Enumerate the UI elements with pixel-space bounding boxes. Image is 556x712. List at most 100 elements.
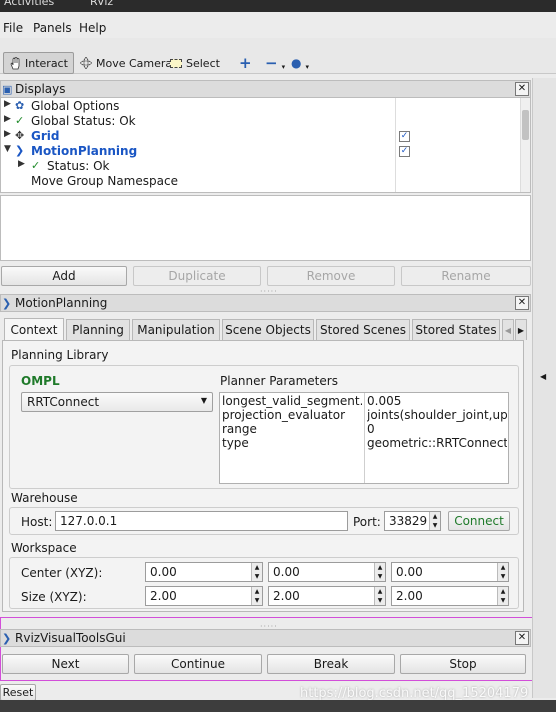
param-value[interactable]: 0 [367, 422, 507, 436]
size-z-value: 2.00 [396, 589, 423, 603]
move-camera-tool-button[interactable]: Move Camera [75, 52, 177, 74]
center-y-value: 0.00 [273, 565, 300, 579]
expand-arrow-icon[interactable]: ▶ [4, 129, 11, 139]
menu-file[interactable]: File [3, 21, 23, 35]
move-camera-label: Move Camera [96, 56, 173, 70]
host-value: 127.0.0.1 [60, 514, 118, 528]
grid-icon: ✥ [15, 129, 25, 142]
window-title: RViz [90, 0, 114, 8]
planner-select-value: RRTConnect [27, 395, 100, 409]
scrollbar-thumb[interactable] [522, 110, 529, 140]
warehouse-label: Warehouse [11, 491, 78, 505]
minus-icon: − [265, 54, 278, 72]
spin-arrows-icon[interactable]: ▲ ▼ [497, 587, 508, 605]
param-value[interactable]: joints(shoulder_joint,up... [367, 408, 507, 422]
size-xyz-label: Size (XYZ): [21, 590, 87, 604]
close-icon[interactable]: ✕ [515, 82, 529, 96]
size-y-spinbox[interactable]: 2.00 ▲ ▼ [268, 586, 386, 606]
port-value: 33829 [389, 514, 428, 528]
chevron-down-icon: ▼ [200, 396, 207, 405]
watermark-text: https://blog.csdn.net/qq_15204179 [300, 686, 529, 701]
context-tab-content: Planning Library OMPL RRTConnect ▼ Plann… [2, 340, 524, 612]
remove-display-button[interactable]: Remove [267, 266, 395, 286]
collapse-arrow-icon[interactable]: ▼ [4, 144, 11, 154]
spin-arrows-icon[interactable]: ▲ ▼ [251, 563, 262, 581]
expand-arrow-icon[interactable]: ▶ [4, 99, 11, 109]
view-options-button[interactable]: ● ▾ [286, 52, 314, 74]
interact-tool-button[interactable]: Interact [3, 52, 74, 74]
column-divider [364, 393, 365, 483]
motion-planning-enabled-checkbox[interactable]: ✓ [399, 146, 410, 157]
tab-stored-states[interactable]: Stored States [412, 319, 500, 340]
connect-button[interactable]: Connect [448, 511, 510, 531]
size-z-spinbox[interactable]: 2.00 ▲ ▼ [391, 586, 509, 606]
motion-planning-panel-header: ❯ MotionPlanning ✕ [0, 294, 531, 312]
collapse-panel-arrow-icon[interactable]: ◀ [540, 372, 546, 381]
tab-scene-objects[interactable]: Scene Objects [222, 319, 314, 340]
spin-arrows-icon[interactable]: ▲ ▼ [374, 563, 385, 581]
param-name[interactable]: projection_evaluator [222, 408, 362, 422]
tab-scroll-left-icon[interactable]: ◀ [502, 319, 514, 340]
menu-help[interactable]: Help [79, 21, 106, 35]
tree-row-global-status[interactable]: ▶ ✓ Global Status: Ok [1, 114, 521, 129]
add-tool-button[interactable]: + [234, 52, 257, 74]
spin-arrows-icon[interactable]: ▲ ▼ [497, 563, 508, 581]
center-z-value: 0.00 [396, 565, 423, 579]
tab-context[interactable]: Context [4, 318, 64, 340]
size-x-spinbox[interactable]: 2.00 ▲ ▼ [145, 586, 263, 606]
expand-arrow-icon[interactable]: ▶ [4, 114, 11, 124]
select-rect-icon [170, 58, 182, 68]
param-name[interactable]: longest_valid_segment... [222, 394, 362, 408]
planner-select[interactable]: RRTConnect ▼ [21, 392, 213, 412]
center-x-value: 0.00 [150, 565, 177, 579]
tree-label: Global Status: Ok [31, 114, 136, 128]
tab-planning[interactable]: Planning [66, 319, 130, 340]
motion-planning-title: MotionPlanning [15, 296, 108, 310]
tab-manipulation[interactable]: Manipulation [132, 319, 220, 340]
center-x-spinbox[interactable]: 0.00 ▲ ▼ [145, 562, 263, 582]
interact-label: Interact [25, 56, 68, 70]
tab-stored-scenes[interactable]: Stored Scenes [316, 319, 410, 340]
tree-row-grid[interactable]: ▶ ✥ Grid ✓ [1, 129, 521, 144]
stop-button[interactable]: Stop [400, 654, 526, 674]
tree-row-motion-planning[interactable]: ▼ ❯ MotionPlanning ✓ [1, 144, 521, 159]
param-name[interactable]: range [222, 422, 362, 436]
tree-row-mp-status[interactable]: ▶ ✓ Status: Ok [1, 159, 521, 174]
rename-display-button[interactable]: Rename [401, 266, 531, 286]
activities-label[interactable]: Activities [4, 0, 54, 8]
tree-label: MotionPlanning [31, 144, 138, 158]
center-y-spinbox[interactable]: 0.00 ▲ ▼ [268, 562, 386, 582]
duplicate-display-button[interactable]: Duplicate [133, 266, 261, 286]
close-icon[interactable]: ✕ [515, 631, 529, 645]
break-button[interactable]: Break [267, 654, 395, 674]
rviz-visual-tools-icon: ❯ [2, 632, 12, 645]
close-icon[interactable]: ✕ [515, 296, 529, 310]
spin-arrows-icon[interactable]: ▲ ▼ [429, 512, 440, 530]
tree-row-global-options[interactable]: ▶ ✿ Global Options [1, 99, 521, 114]
continue-button[interactable]: Continue [134, 654, 262, 674]
tree-row-move-group-namespace[interactable]: Move Group Namespace [1, 174, 521, 189]
spin-arrows-icon[interactable]: ▲ ▼ [374, 587, 385, 605]
next-button[interactable]: Next [2, 654, 129, 674]
center-z-spinbox[interactable]: 0.00 ▲ ▼ [391, 562, 509, 582]
host-input[interactable]: 127.0.0.1 [55, 511, 348, 531]
add-display-button[interactable]: Add [1, 266, 127, 286]
tab-scroll-right-icon[interactable]: ▶ [515, 319, 527, 340]
toolbar: Interact Move Camera Select + − ▾ ● ▾ [0, 38, 556, 74]
library-name: OMPL [21, 374, 60, 388]
tree-label: Move Group Namespace [31, 174, 178, 188]
reset-button[interactable]: Reset [0, 684, 36, 701]
port-spinbox[interactable]: 33829 ▲ ▼ [384, 511, 441, 531]
param-value[interactable]: 0.005 [367, 394, 507, 408]
displays-icon: ▣ [2, 83, 13, 96]
check-icon: ✓ [31, 159, 41, 172]
param-value[interactable]: geometric::RRTConnect [367, 436, 507, 450]
grid-enabled-checkbox[interactable]: ✓ [399, 131, 410, 142]
displays-scrollbar[interactable] [520, 98, 530, 192]
menu-panels[interactable]: Panels [33, 21, 72, 35]
spin-arrows-icon[interactable]: ▲ ▼ [251, 587, 262, 605]
select-tool-button[interactable]: Select [165, 52, 225, 74]
eye-icon: ● [291, 56, 302, 70]
param-name[interactable]: type [222, 436, 362, 450]
expand-arrow-icon[interactable]: ▶ [18, 159, 25, 169]
